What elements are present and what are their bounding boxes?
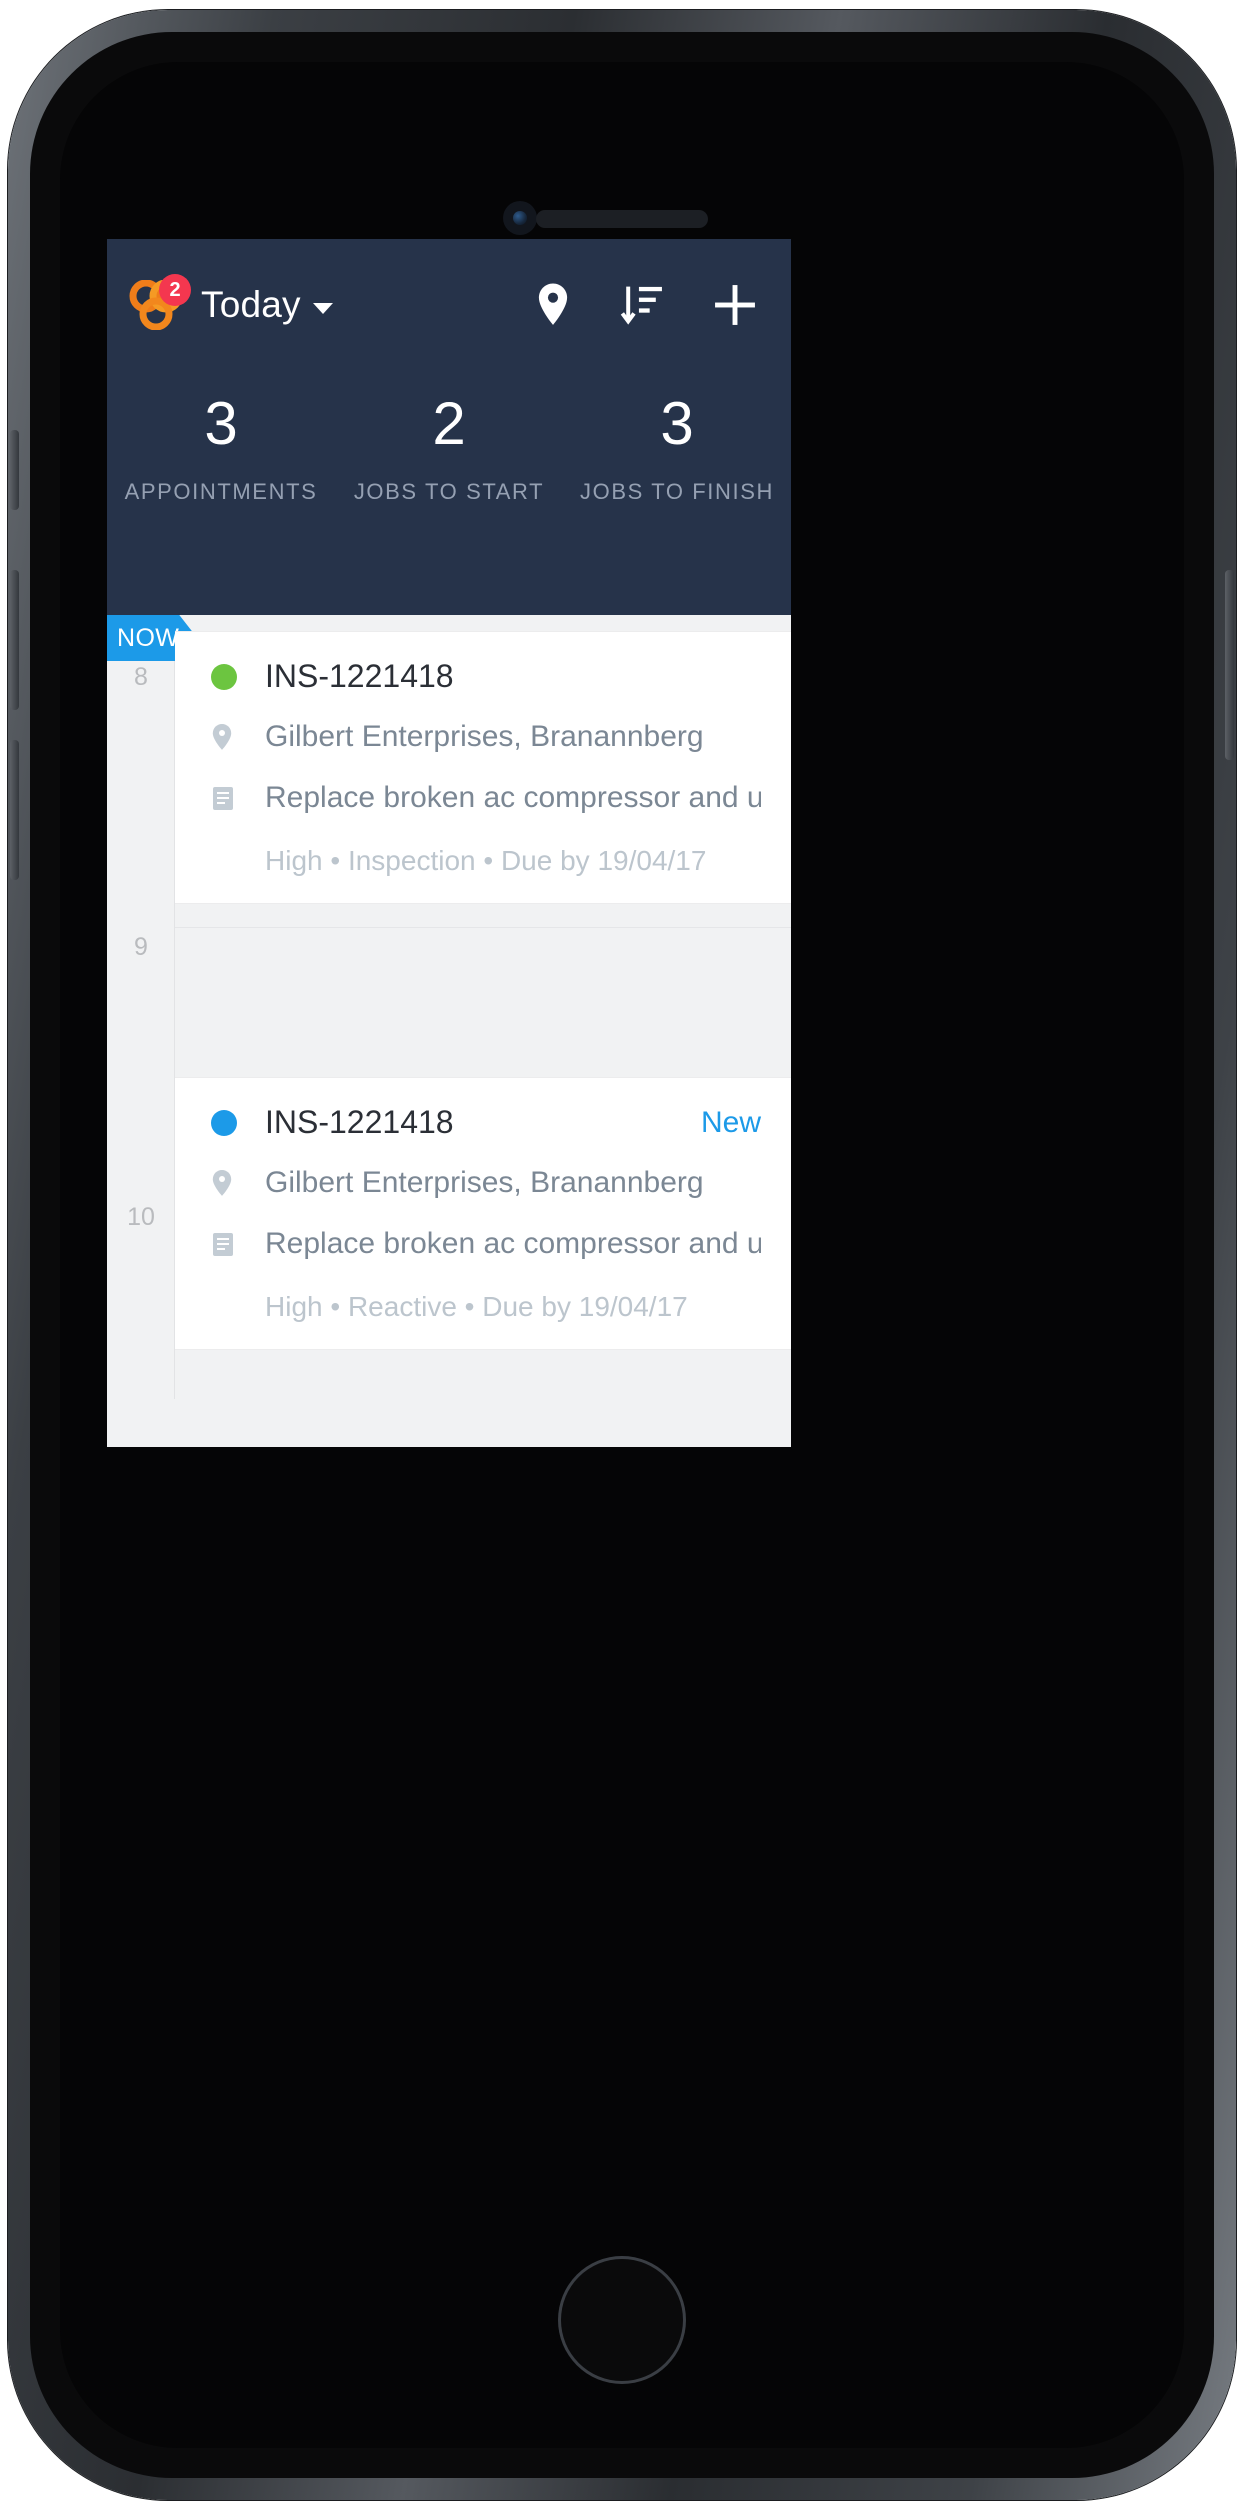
volume-down-button[interactable] (10, 740, 19, 880)
trefoil-logo-icon[interactable]: 2 (129, 274, 191, 330)
stat-value: 3 (660, 390, 694, 457)
screenshot-root: 2 Today 3 APPOINTMENTS 2 JOBS TO START 3… (0, 0, 1244, 2510)
timeline-hour-8: 8 (134, 663, 148, 691)
timeline-hour-gutter (107, 615, 175, 1447)
job-card[interactable]: INS-1221418 New Gilbert Enterprises, Bra… (175, 1077, 791, 1350)
app-screen: 2 Today 3 APPOINTMENTS 2 JOBS TO START 3… (107, 239, 791, 1447)
power-button[interactable] (1225, 570, 1234, 760)
job-flag-badge[interactable]: New (701, 1106, 761, 1140)
location-pin-small-svg (212, 1170, 232, 1196)
job-meta: High • Inspection • Due by 19/04/17 (265, 845, 707, 876)
stat-label: APPOINTMENTS (124, 479, 318, 504)
location-pin-icon[interactable] (534, 282, 572, 328)
notification-badge[interactable]: 2 (159, 274, 191, 306)
earpiece-speaker (536, 210, 708, 228)
job-meta: High • Reactive • Due by 19/04/17 (265, 1291, 688, 1322)
job-location-row: Gilbert Enterprises, Branannberg (211, 1165, 761, 1202)
sort-descending-icon[interactable] (620, 282, 664, 328)
phone-glass: 2 Today 3 APPOINTMENTS 2 JOBS TO START 3… (60, 62, 1184, 2448)
timeline-hour-10: 10 (127, 1203, 155, 1231)
home-button[interactable] (558, 2256, 686, 2384)
front-camera (503, 201, 537, 235)
location-pin-svg (538, 283, 568, 325)
stats-row: 3 APPOINTMENTS 2 JOBS TO START 3 JOBS TO… (107, 371, 791, 505)
plus-svg (715, 285, 755, 325)
page-title: Today (201, 284, 301, 325)
stat-label: JOBS TO FINISH (580, 479, 774, 504)
stat-appointments[interactable]: 3 APPOINTMENTS (107, 389, 335, 505)
status-dot (211, 663, 237, 690)
app-header: 2 Today 3 APPOINTMENTS 2 JOBS TO START 3… (107, 239, 791, 615)
job-location: Gilbert Enterprises, Branannberg (265, 720, 704, 753)
chevron-down-icon[interactable] (312, 302, 333, 314)
job-card[interactable]: INS-1221418 Gilbert Enterprises, Branann… (175, 631, 791, 904)
job-description: Replace broken ac compressor and up... (265, 1227, 761, 1260)
stat-jobs-to-finish[interactable]: 3 JOBS TO FINISH (563, 389, 791, 505)
header-actions (534, 282, 758, 328)
document-note-icon (211, 1226, 239, 1263)
sort-descending-svg (620, 286, 662, 325)
stat-label: JOBS TO START (353, 479, 545, 504)
silent-switch[interactable] (10, 430, 19, 510)
stat-jobs-to-start[interactable]: 2 JOBS TO START (335, 389, 563, 505)
volume-up-button[interactable] (10, 570, 19, 710)
timeline-divider (175, 927, 791, 928)
phone-body: 2 Today 3 APPOINTMENTS 2 JOBS TO START 3… (30, 32, 1214, 2478)
location-pin-icon (211, 719, 239, 756)
job-card-header: INS-1221418 New (211, 1104, 761, 1141)
phone-device-frame: 2 Today 3 APPOINTMENTS 2 JOBS TO START 3… (8, 10, 1236, 2500)
status-dot (211, 1109, 237, 1136)
job-description: Replace broken ac compressor and up... (265, 781, 761, 814)
timeline-hour-9: 9 (134, 933, 148, 961)
job-card-header: INS-1221418 (211, 658, 761, 695)
document-note-svg (213, 787, 233, 810)
brand-area[interactable]: 2 Today (129, 274, 333, 330)
plus-icon[interactable] (712, 282, 758, 328)
job-reference: INS-1221418 (265, 1104, 454, 1140)
header-bar: 2 Today (107, 239, 791, 371)
date-selector[interactable]: Today (201, 284, 333, 326)
location-pin-small-svg (212, 724, 232, 750)
job-location-row: Gilbert Enterprises, Branannberg (211, 719, 761, 756)
timeline-list[interactable]: 8 9 10 NOW INS-1221418 Gilbert Enterpris… (107, 615, 791, 1447)
job-description-row: Replace broken ac compressor and up... (211, 1226, 761, 1263)
timeline-bottom-spacer (107, 1399, 791, 1447)
job-location: Gilbert Enterprises, Branannberg (265, 1166, 704, 1199)
location-pin-icon (211, 1165, 239, 1202)
document-note-icon (211, 780, 239, 817)
stat-value: 2 (432, 390, 466, 457)
job-reference: INS-1221418 (265, 658, 454, 694)
job-description-row: Replace broken ac compressor and up... (211, 780, 761, 817)
document-note-svg (213, 1233, 233, 1256)
stat-value: 3 (204, 390, 238, 457)
